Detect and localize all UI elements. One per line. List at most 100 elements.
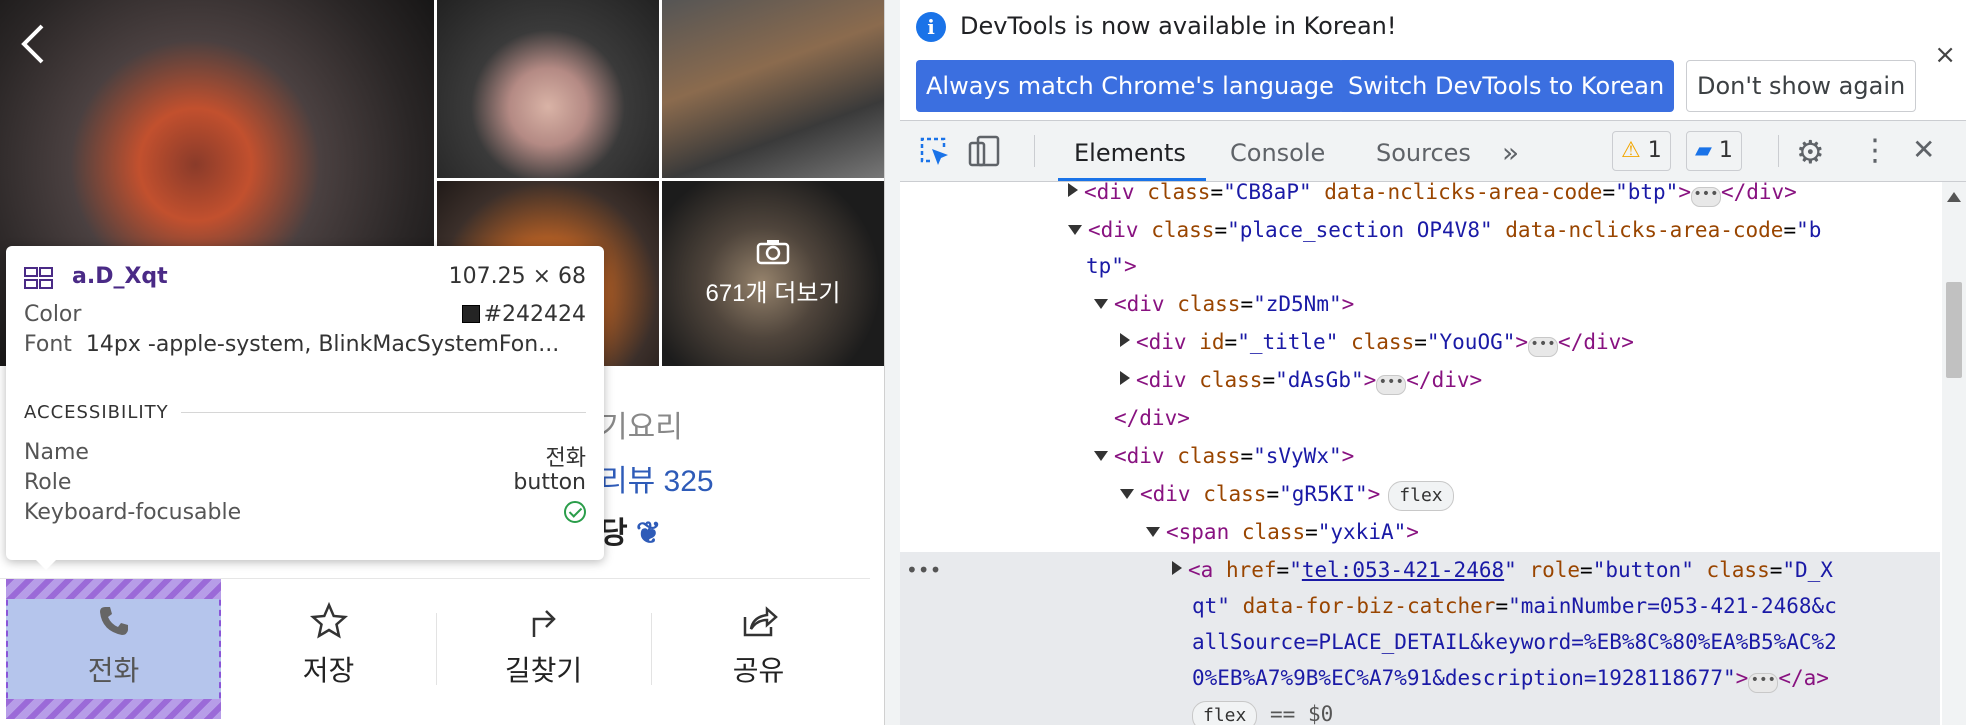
tooltip-section-title: ACCESSIBILITY <box>24 402 169 423</box>
banner-message: DevTools is now available in Korean! <box>960 12 1397 40</box>
back-arrow-icon[interactable] <box>18 22 48 66</box>
close-devtools-icon[interactable]: ✕ <box>1912 133 1935 166</box>
tree-row[interactable]: <div id="_title" class="YouOG"> ••• </div> <box>1120 324 1634 360</box>
save-label: 저장 <box>302 655 355 686</box>
scroll-up-icon <box>1947 192 1961 202</box>
directions-icon <box>532 610 556 637</box>
tab-sources[interactable]: Sources <box>1376 121 1471 181</box>
flex-badge[interactable]: flex <box>1192 701 1258 725</box>
tooltip-name-label: Name <box>24 440 89 465</box>
tree-row[interactable]: <div class="dAsGb"> ••• </div> <box>1120 362 1482 398</box>
expand-arrow-icon <box>1120 333 1130 347</box>
collapse-arrow-icon <box>1094 299 1108 309</box>
camera-icon <box>756 240 790 265</box>
tooltip-color-label: Color <box>24 302 82 327</box>
review-link[interactable]: 리뷰 325 <box>600 456 714 500</box>
tree-row[interactable]: <div class="zD5Nm"> <box>1094 286 1354 322</box>
inspect-element-icon[interactable] <box>916 133 952 169</box>
tooltip-font-value: 14px -apple-system, BlinkMacSystemFon... <box>85 332 560 357</box>
tooltip-kf-label: Keyboard-focusable <box>24 500 242 525</box>
message-icon: ▰ <box>1695 138 1712 163</box>
collapse-arrow-icon <box>1120 489 1134 499</box>
warning-icon: ⚠ <box>1621 138 1641 163</box>
tree-row[interactable]: </div> <box>1114 400 1190 436</box>
warnings-badge[interactable]: ⚠ 1 <box>1612 131 1671 171</box>
tooltip-color-value: #242424 <box>483 302 586 327</box>
directions-button[interactable]: 길찾기 <box>436 579 651 719</box>
photo-more[interactable]: 671개 더보기 <box>662 181 884 366</box>
tree-row-wrap: 0%EB%A7%9B%EC%A7%91&description=19281186… <box>1192 660 1829 696</box>
collapse-arrow-icon <box>1068 225 1082 235</box>
ellipsis-icon: ••• <box>1748 673 1779 693</box>
tooltip-dimensions: 107.25 × 68 <box>448 264 586 289</box>
tree-scrollbar[interactable] <box>1942 182 1966 725</box>
tooltip-role-label: Role <box>24 470 72 495</box>
share-icon <box>743 606 778 637</box>
tree-row[interactable]: <div class="gR5KI"> flex <box>1120 476 1454 512</box>
phone-icon <box>99 607 128 635</box>
collapse-arrow-icon <box>1146 527 1160 537</box>
check-circle-icon <box>564 501 586 523</box>
call-label: 전화 <box>87 655 140 686</box>
expand-arrow-icon <box>1120 371 1130 385</box>
tree-row-wrap: flex == $0 <box>1192 696 1333 725</box>
scroll-thumb[interactable] <box>1946 282 1962 378</box>
tree-row[interactable]: <span class="yxkiA"> <box>1146 514 1419 550</box>
photos-more-label: 671개 더보기 <box>705 280 841 307</box>
split-divider[interactable] <box>884 0 901 725</box>
place-category: 기요리 <box>600 411 683 444</box>
tree-row-wrap: qt" data-for-biz-catcher="mainNumber=053… <box>1192 594 1837 618</box>
language-banner: i DevTools is now available in Korean! A… <box>900 0 1966 121</box>
tab-console[interactable]: Console <box>1230 121 1325 181</box>
messages-badge[interactable]: ▰ 1 <box>1686 131 1742 171</box>
device-toolbar-icon[interactable] <box>966 133 1002 169</box>
photo-2[interactable] <box>437 0 659 178</box>
tree-row[interactable]: <div class="sVyWx"> <box>1094 438 1354 474</box>
selected-node-marker: == $0 <box>1270 702 1334 725</box>
tree-row[interactable]: <div class="CB8aP" data-nclicks-area-cod… <box>1068 182 1797 210</box>
tree-row[interactable]: <div class="place_section OP4V8" data-nc… <box>1068 212 1821 248</box>
laurel-icon: ❦ <box>635 517 662 550</box>
switch-to-korean-button[interactable]: Switch DevTools to Korean <box>1338 60 1675 112</box>
tooltip-role-value: button <box>513 470 586 495</box>
ellipsis-icon: ••• <box>1376 375 1407 395</box>
directions-label: 길찾기 <box>504 655 583 686</box>
expand-arrow-icon <box>1068 183 1078 197</box>
collapse-arrow-icon <box>1094 451 1108 461</box>
action-bar: 전화 저장 길찾기 공유 <box>0 578 870 719</box>
banner-close-icon[interactable]: × <box>1934 40 1956 70</box>
more-options-icon[interactable]: ⋮ <box>1860 133 1890 168</box>
info-icon: i <box>916 12 946 42</box>
devtools-toolbar: Elements Console Sources » ⚠ 1 ▰ 1 ⚙ ⋮ ✕ <box>900 121 1966 182</box>
flex-grid-icon <box>24 267 53 289</box>
star-icon <box>309 601 348 639</box>
color-swatch <box>461 305 480 323</box>
tab-elements[interactable]: Elements <box>1058 121 1206 181</box>
ellipsis-icon: ••• <box>1528 337 1559 357</box>
tree-row-wrap: tp"> <box>1086 254 1137 278</box>
call-button[interactable]: 전화 <box>6 579 221 719</box>
place-page: my 671개 더보기 기요리 리뷰 325 당 ❦ 전화 저장 길찾기 공유 <box>0 0 884 725</box>
award-label: 당 ❦ <box>600 517 662 550</box>
save-button[interactable]: 저장 <box>221 579 436 719</box>
more-tabs-icon[interactable]: » <box>1502 121 1519 181</box>
photo-3[interactable]: my <box>662 0 884 178</box>
ellipsis-icon: ••• <box>1690 187 1721 207</box>
share-label: 공유 <box>732 655 785 686</box>
settings-gear-icon[interactable]: ⚙ <box>1796 133 1825 171</box>
tooltip-selector: a.D_Xqt <box>72 264 168 289</box>
share-button[interactable]: 공유 <box>651 579 866 719</box>
expand-arrow-icon <box>1172 561 1182 575</box>
dont-show-again-button[interactable]: Don't show again <box>1686 60 1917 112</box>
flex-badge[interactable]: flex <box>1388 481 1454 511</box>
tooltip-name-value: 전화 <box>545 446 586 471</box>
node-actions-icon[interactable]: ••• <box>906 552 941 588</box>
tree-row-selected[interactable]: <a href="tel:053-421-2468" role="button"… <box>1172 552 1833 588</box>
tel-link[interactable]: tel:053-421-2468 <box>1302 558 1504 582</box>
devtools-panel: i DevTools is now available in Korean! A… <box>900 0 1966 725</box>
elements-tree: ••• <div class="CB8aP" data-nclicks-area… <box>900 182 1940 725</box>
always-match-language-button[interactable]: Always match Chrome's language <box>916 60 1344 112</box>
tree-row-wrap: allSource=PLACE_DETAIL&keyword=%EB%8C%80… <box>1192 630 1837 654</box>
tooltip-font-label: Font <box>24 332 72 357</box>
inspect-tooltip: a.D_Xqt 107.25 × 68 Color #242424 Font 14… <box>6 246 604 570</box>
